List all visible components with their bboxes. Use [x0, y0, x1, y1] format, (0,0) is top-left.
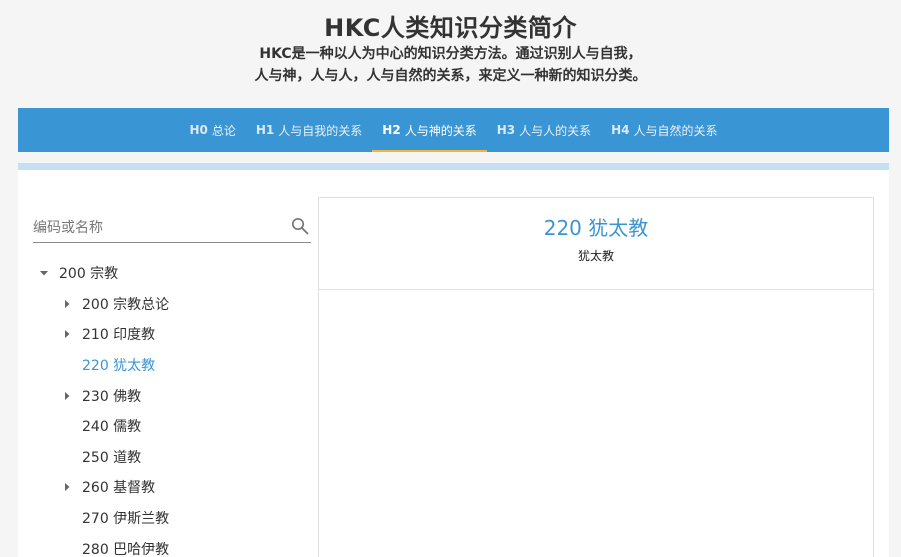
tree-node-label: 220 犹太教	[82, 358, 156, 375]
caret-down-icon[interactable]	[38, 267, 50, 279]
tab-label: 人与自然的关系	[633, 123, 718, 138]
tab-code: H1	[255, 123, 275, 137]
tab-label: 人与神的关系	[404, 123, 477, 138]
tab-h4[interactable]: H4 人与自然的关系	[601, 108, 727, 152]
caret-right-icon[interactable]	[61, 328, 73, 340]
subtitle-line-2: 人与神，人与人，人与自然的关系，来定义一种新的知识分类。	[254, 68, 647, 84]
tree-node-230[interactable]: 230 佛教	[18, 380, 318, 411]
tree-node-220[interactable]: 220 犹太教	[18, 350, 318, 381]
tree-node-210[interactable]: 210 印度教	[18, 319, 318, 350]
detail-header: 220 犹太教 犹太教	[319, 198, 873, 290]
search-icon[interactable]	[291, 217, 309, 235]
tree-node-240[interactable]: 240 儒教	[18, 411, 318, 442]
tree-node-label: 230 佛教	[82, 388, 142, 405]
subtitle-line-1: HKC是一种以人为中心的知识分类方法。通过识别人与自我，	[259, 46, 642, 62]
tree-node-label: 240 儒教	[82, 419, 142, 436]
tab-label: 总论	[211, 123, 236, 138]
site-title: HKC人类知识分类简介	[324, 14, 577, 42]
tab-h3[interactable]: H3 人与人的关系	[487, 108, 601, 152]
detail-title: 220 犹太教	[543, 216, 649, 240]
category-tree: 200 宗教 200 宗教总论 210 印度教 220 犹太教 230 佛教 2…	[18, 258, 318, 557]
tab-label: 人与自我的关系	[278, 123, 363, 138]
tree-node-250[interactable]: 250 道教	[18, 442, 318, 473]
site-subtitle: HKC是一种以人为中心的知识分类方法。通过识别人与自我， 人与神，人与人，人与自…	[0, 43, 901, 87]
caret-right-icon[interactable]	[61, 298, 73, 310]
tree-node-label: 200 宗教总论	[82, 296, 170, 313]
search-input[interactable]	[33, 217, 283, 239]
tab-code: H4	[611, 123, 630, 137]
tree-node-200[interactable]: 200 宗教	[18, 258, 318, 289]
tree-node-label: 270 伊斯兰教	[82, 511, 170, 528]
tree-node-label: 200 宗教	[59, 266, 119, 283]
tree-node-label: 250 道教	[82, 449, 142, 466]
tab-code: H3	[496, 123, 516, 137]
detail-subtitle: 犹太教	[577, 249, 614, 263]
tree-node-200-general[interactable]: 200 宗教总论	[18, 289, 318, 320]
tab-h2[interactable]: H2 人与神的关系	[372, 108, 488, 152]
tree-node-260[interactable]: 260 基督教	[18, 472, 318, 503]
tree-node-270[interactable]: 270 伊斯兰教	[18, 503, 318, 534]
tab-h1[interactable]: H1 人与自我的关系	[246, 108, 372, 152]
tab-label: 人与人的关系	[519, 123, 592, 138]
detail-panel: 220 犹太教 犹太教	[318, 197, 874, 557]
search-box	[33, 213, 311, 243]
tab-h0[interactable]: H0 总论	[179, 108, 245, 152]
tab-code: H2	[382, 123, 401, 137]
caret-right-icon[interactable]	[61, 481, 73, 493]
tree-node-280[interactable]: 280 巴哈伊教	[18, 533, 318, 557]
tree-node-label: 280 巴哈伊教	[82, 541, 170, 557]
caret-right-icon[interactable]	[61, 390, 73, 402]
nav-divider	[18, 163, 889, 170]
tree-node-label: 210 印度教	[82, 327, 156, 344]
top-nav: H0 总论 H1 人与自我的关系 H2 人与神的关系 H3 人与人的关系 H4 …	[18, 108, 889, 152]
tab-code: H0	[189, 123, 208, 137]
tree-node-label: 260 基督教	[82, 480, 156, 497]
main-content: 200 宗教 200 宗教总论 210 印度教 220 犹太教 230 佛教	[18, 170, 889, 557]
